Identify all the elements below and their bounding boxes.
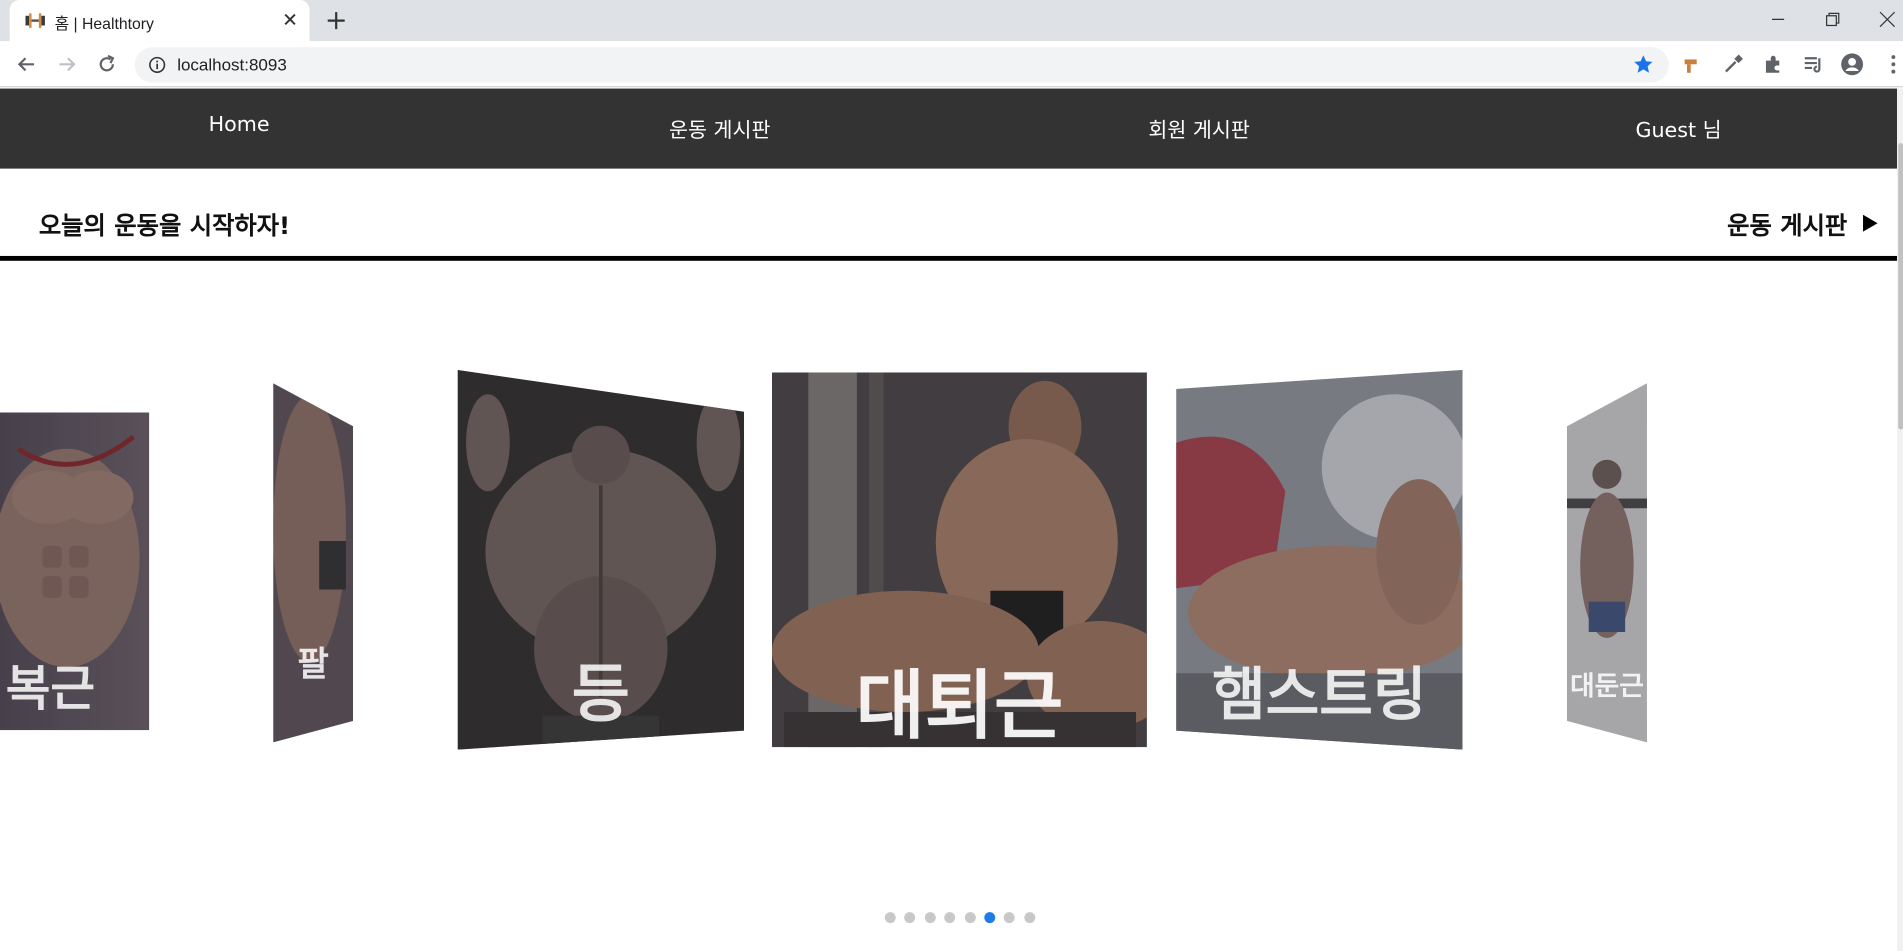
carousel-slide-back[interactable]: 등 — [457, 369, 744, 750]
minimize-icon[interactable] — [1765, 6, 1792, 33]
extension-icon[interactable] — [1680, 52, 1704, 76]
divider — [0, 255, 1898, 261]
slide-label: 대둔근 — [1570, 672, 1644, 703]
browser-toolbar: localhost:8093 — [0, 41, 1903, 88]
carousel-dot[interactable] — [904, 912, 916, 924]
exercise-board-link[interactable]: 운동 게시판 — [1727, 206, 1847, 241]
slide-label: 복근 — [5, 661, 96, 717]
nav-member-board[interactable]: 회원 게시판 — [1078, 113, 1321, 143]
slide-label: 등 — [571, 658, 630, 732]
browser-tabstrip: 홈 | Healthtory — [0, 0, 1903, 42]
reload-icon[interactable] — [95, 52, 119, 76]
arm-photo — [273, 383, 354, 743]
extensions-puzzle-icon[interactable] — [1761, 52, 1785, 76]
nav-home[interactable]: Home — [118, 113, 361, 137]
nav-user[interactable]: Guest 님 — [1557, 113, 1800, 143]
new-tab-icon[interactable] — [325, 10, 347, 32]
browser-tab[interactable]: 홈 | Healthtory — [9, 0, 310, 42]
carousel-slide-quads[interactable]: 대퇴근 — [771, 372, 1147, 748]
page-scrollbar-thumb[interactable] — [1898, 143, 1903, 430]
eyedropper-icon[interactable] — [1721, 52, 1745, 76]
restore-icon[interactable] — [1819, 6, 1846, 33]
carousel-dot[interactable] — [984, 912, 996, 924]
browser-menu-icon[interactable] — [1881, 52, 1903, 76]
close-window-icon[interactable] — [1874, 6, 1901, 33]
carousel-slide-glutes[interactable]: 대둔근 — [1566, 383, 1647, 743]
carousel-dot[interactable] — [924, 912, 936, 924]
carousel-dot[interactable] — [944, 912, 956, 924]
slide-label: 팔 — [297, 644, 329, 685]
carousel-slide-abs[interactable]: 복근 — [0, 412, 150, 731]
carousel-dot[interactable] — [1004, 912, 1016, 924]
carousel-dot[interactable] — [1024, 912, 1035, 924]
carousel-slide-arm[interactable]: 팔 — [273, 383, 354, 743]
site-nav: Home 운동 게시판 회원 게시판 Guest 님 — [0, 88, 1898, 169]
carousel-dot[interactable] — [964, 912, 976, 924]
page-headline: 오늘의 운동을 시작하자! — [38, 211, 291, 241]
profile-avatar-icon[interactable] — [1840, 52, 1864, 76]
play-arrow-icon[interactable] — [1862, 213, 1879, 232]
forward-icon[interactable] — [55, 52, 79, 76]
slide-label: 햄스트링 — [1212, 661, 1427, 730]
carousel-dot[interactable] — [884, 912, 896, 924]
slide-label: 대퇴근 — [855, 661, 1064, 748]
nav-exercise-board[interactable]: 운동 게시판 — [598, 113, 841, 143]
tab-title: 홈 | Healthtory — [54, 14, 154, 33]
back-icon[interactable] — [15, 52, 39, 76]
media-queue-icon[interactable] — [1801, 52, 1825, 76]
carousel-pagination — [884, 912, 1044, 924]
url-text: localhost:8093 — [177, 54, 287, 74]
site-info-icon[interactable] — [148, 56, 166, 74]
bookmark-star-icon[interactable] — [1632, 53, 1654, 75]
carousel-slide-hamstring[interactable]: 햄스트링 — [1176, 369, 1463, 750]
dumbbell-favicon-icon — [25, 13, 45, 28]
address-bar[interactable]: localhost:8093 — [134, 47, 1669, 83]
close-tab-icon[interactable] — [282, 11, 299, 28]
